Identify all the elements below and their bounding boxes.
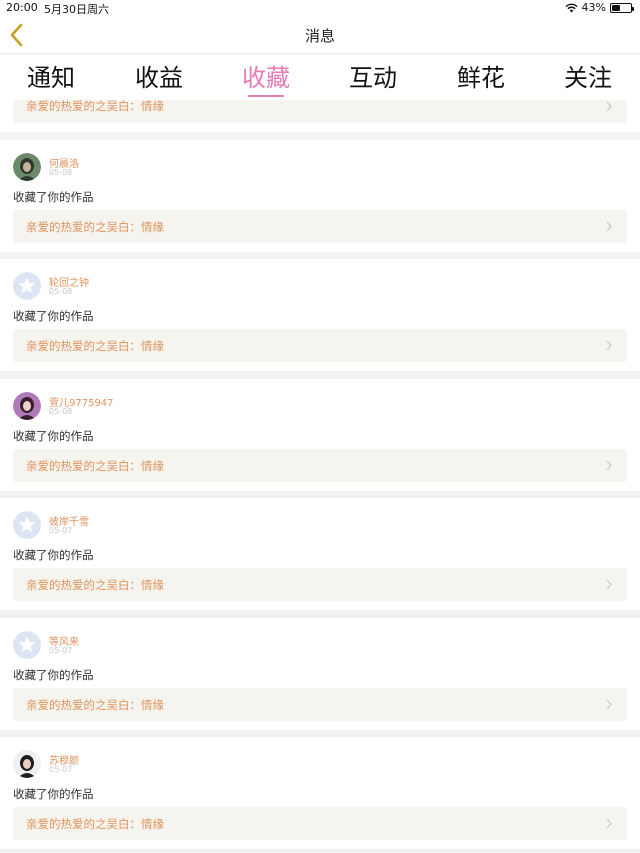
action-text: 收藏了你的作品 xyxy=(13,548,94,562)
item-date: 05-08 xyxy=(49,287,73,296)
tab-2[interactable]: 收藏 xyxy=(226,58,306,93)
avatar[interactable] xyxy=(13,511,41,539)
work-title: 亲爱的热爱的之吴白：情缘 xyxy=(26,698,164,712)
tab-4[interactable]: 鲜花 xyxy=(441,58,521,93)
tab-3[interactable]: 互动 xyxy=(333,58,413,93)
item-date: 05-07 xyxy=(49,526,73,535)
tab-0[interactable]: 通知 xyxy=(11,58,91,93)
battery-percent: 43% xyxy=(581,1,606,14)
work-link[interactable]: 亲爱的热爱的之吴白：情缘 xyxy=(13,449,627,482)
work-link[interactable]: 亲爱的热爱的之吴白：情缘 xyxy=(13,100,627,123)
action-text: 收藏了你的作品 xyxy=(13,190,94,204)
status-time: 20:00 xyxy=(6,1,38,14)
action-text: 收藏了你的作品 xyxy=(13,429,94,443)
list-item-partial: 亲爱的热爱的之吴白：情缘 xyxy=(0,100,640,132)
work-title: 亲爱的热爱的之吴白：情缘 xyxy=(26,578,164,592)
work-title: 亲爱的热爱的之吴白：情缘 xyxy=(26,220,164,234)
avatar[interactable] xyxy=(13,392,41,420)
item-date: 05-07 xyxy=(49,765,73,774)
chevron-right-icon xyxy=(606,221,612,232)
work-link[interactable]: 亲爱的热爱的之吴白：情缘 xyxy=(13,568,627,601)
item-date: 05-07 xyxy=(49,646,73,655)
work-link[interactable]: 亲爱的热爱的之吴白：情缘 xyxy=(13,688,627,721)
list-item: 等风来 05-07 收藏了你的作品 亲爱的热爱的之吴白：情缘 xyxy=(0,618,640,730)
chevron-right-icon xyxy=(606,579,612,590)
chevron-right-icon xyxy=(606,699,612,710)
tab-5[interactable]: 关注 xyxy=(548,58,628,93)
wifi-icon xyxy=(565,3,578,12)
nav-bar: 消息 xyxy=(0,16,640,54)
battery-icon xyxy=(610,2,634,13)
tab-bar: 通知 收益 收藏 互动 鲜花 关注 xyxy=(0,55,640,100)
action-text: 收藏了你的作品 xyxy=(13,787,94,801)
item-date: 05-08 xyxy=(49,168,73,177)
chevron-right-icon xyxy=(606,101,612,112)
avatar[interactable] xyxy=(13,631,41,659)
list-item: 萱儿9775947 05-08 收藏了你的作品 亲爱的热爱的之吴白：情缘 xyxy=(0,379,640,491)
work-title: 亲爱的热爱的之吴白：情缘 xyxy=(26,339,164,353)
action-text: 收藏了你的作品 xyxy=(13,309,94,323)
work-title: 亲爱的热爱的之吴白：情缘 xyxy=(26,817,164,831)
avatar[interactable] xyxy=(13,153,41,181)
work-link[interactable]: 亲爱的热爱的之吴白：情缘 xyxy=(13,329,627,362)
chevron-right-icon xyxy=(606,818,612,829)
chevron-right-icon xyxy=(606,340,612,351)
work-link[interactable]: 亲爱的热爱的之吴白：情缘 xyxy=(13,210,627,243)
status-right: 43% xyxy=(565,1,634,14)
active-tab-indicator xyxy=(248,95,284,97)
status-bar: 20:00 5月30日周六 43% xyxy=(0,0,640,16)
avatar[interactable] xyxy=(13,272,41,300)
tab-1[interactable]: 收益 xyxy=(119,58,199,93)
avatar[interactable] xyxy=(13,750,41,778)
page-title: 消息 xyxy=(304,27,335,45)
list-item: 苏穆颜 05-07 收藏了你的作品 亲爱的热爱的之吴白：情缘 xyxy=(0,737,640,849)
notification-list: 亲爱的热爱的之吴白：情缘 何晨洛 05-08 收藏了你的作品 亲爱的热爱的之吴白：情缘… xyxy=(0,100,640,853)
work-link[interactable]: 亲爱的热爱的之吴白：情缘 xyxy=(13,807,627,840)
work-title: 亲爱的热爱的之吴白：情缘 xyxy=(26,100,164,113)
work-title: 亲爱的热爱的之吴白：情缘 xyxy=(26,459,164,473)
action-text: 收藏了你的作品 xyxy=(13,668,94,682)
item-date: 05-08 xyxy=(49,407,73,416)
list-item: 轮回之钟 05-08 收藏了你的作品 亲爱的热爱的之吴白：情缘 xyxy=(0,259,640,371)
list-item: 彼岸千雪 05-07 收藏了你的作品 亲爱的热爱的之吴白：情缘 xyxy=(0,498,640,610)
status-date: 5月30日周六 xyxy=(44,3,109,16)
chevron-right-icon xyxy=(606,460,612,471)
list-item: 何晨洛 05-08 收藏了你的作品 亲爱的热爱的之吴白：情缘 xyxy=(0,140,640,252)
